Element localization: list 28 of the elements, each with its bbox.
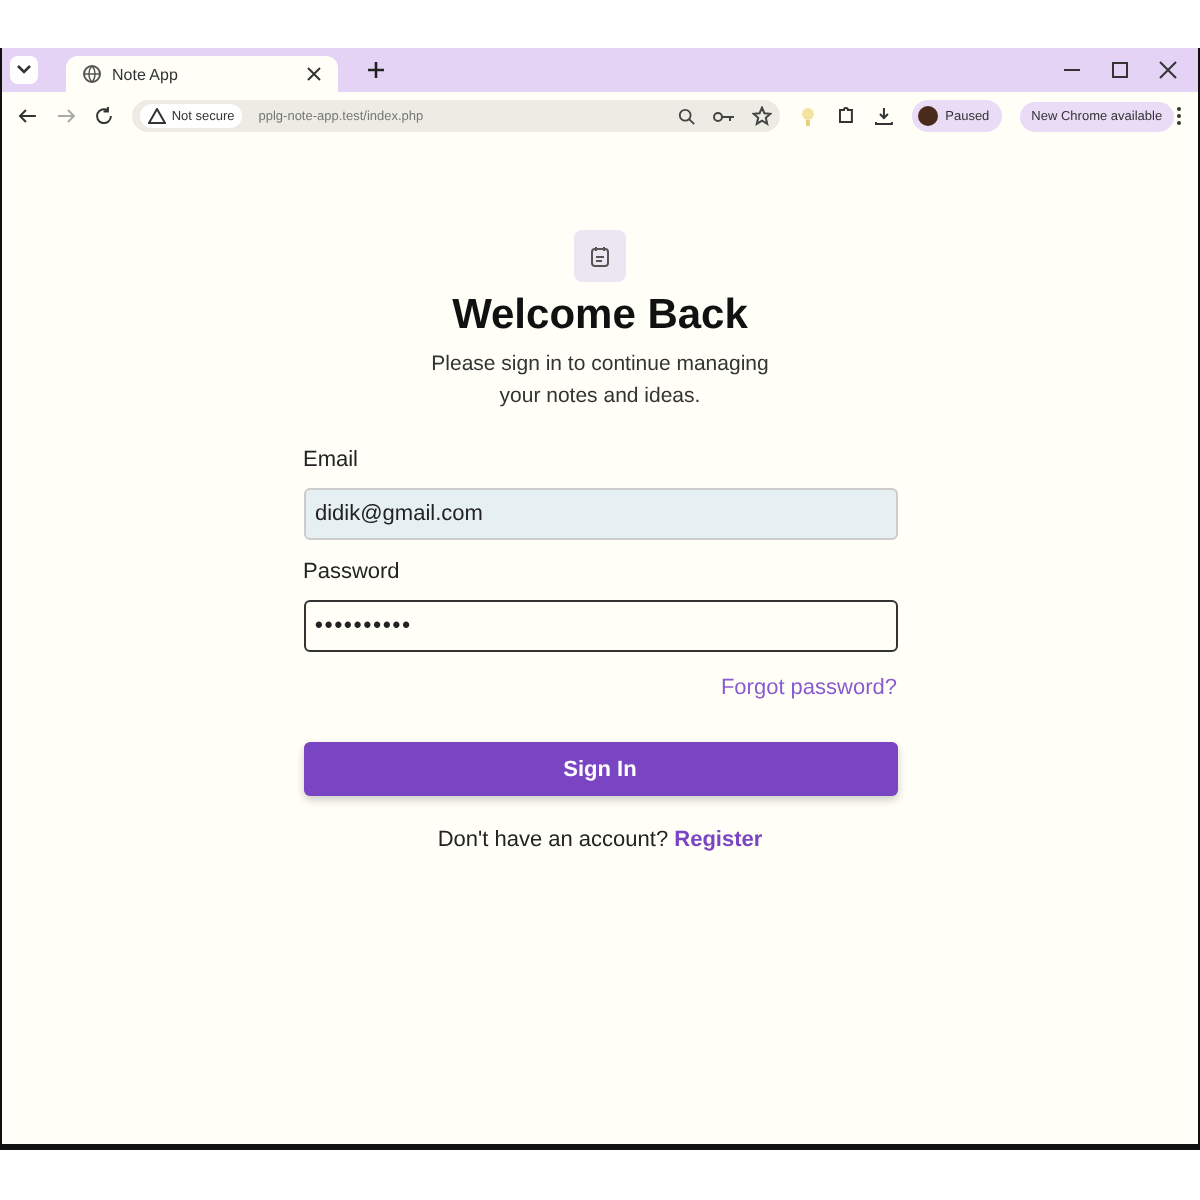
register-link[interactable]: Register <box>674 828 763 852</box>
download-icon[interactable] <box>873 106 894 126</box>
input-field[interactable]: didik@gmail.com <box>303 488 897 540</box>
key-icon[interactable] <box>711 107 736 125</box>
close-icon[interactable] <box>306 66 322 82</box>
back-icon[interactable] <box>18 106 38 126</box>
sign-in-button[interactable]: Sign In <box>303 742 897 796</box>
subtitle-text: Please sign in to continue managing your notes and ideas. <box>431 350 769 412</box>
new-tab-icon[interactable] <box>366 60 386 80</box>
browser-tab[interactable]: Note App <box>66 56 338 92</box>
input-field[interactable]: •••••••••• <box>303 600 897 652</box>
star-icon[interactable] <box>751 106 772 126</box>
zoom-icon[interactable] <box>677 107 696 125</box>
warning-icon <box>147 108 166 124</box>
reload-icon[interactable] <box>93 106 114 126</box>
field-label: Email <box>303 448 361 472</box>
menu-icon[interactable] <box>1176 106 1183 126</box>
avatar-icon <box>917 106 938 126</box>
maximize-icon[interactable] <box>1110 60 1130 80</box>
field-label: Password <box>303 560 402 584</box>
forgot-password-link[interactable]: Forgot password? <box>720 676 897 700</box>
globe-icon <box>82 64 102 84</box>
page-title: Welcome Back <box>452 292 748 340</box>
tab-search-button[interactable] <box>10 56 38 84</box>
close-icon[interactable] <box>1158 60 1178 80</box>
note-icon <box>574 230 626 282</box>
caret-icon <box>16 64 32 76</box>
register-prompt: Don't have an account? <box>437 828 669 852</box>
